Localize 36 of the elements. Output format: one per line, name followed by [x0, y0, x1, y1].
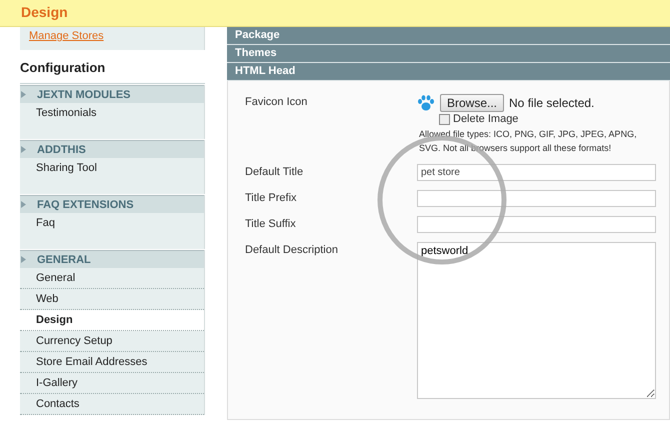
- group-header[interactable]: GENERAL: [20, 250, 204, 268]
- field-label: Default Description: [245, 243, 339, 258]
- text-field[interactable]: [417, 216, 656, 233]
- field-label: Default Title: [245, 165, 304, 180]
- checkbox[interactable]: [439, 114, 450, 124]
- paw-icon: [417, 95, 435, 111]
- triangle-icon: [21, 146, 26, 153]
- banner-title: Design: [21, 4, 68, 20]
- section-header[interactable]: Package: [227, 27, 670, 45]
- sidebar-item[interactable]: Store Email Addresses: [20, 352, 204, 373]
- triangle-icon: [21, 256, 26, 263]
- sidebar-item[interactable]: Sharing Tool: [20, 158, 204, 178]
- sidebar-item[interactable]: I-Gallery: [20, 373, 204, 394]
- sidebar-item[interactable]: Contacts: [20, 394, 204, 415]
- browse-button[interactable]: Browse...: [440, 94, 504, 112]
- sidebar-item[interactable]: Testimonials: [20, 103, 204, 123]
- sidebar-item[interactable]: General: [20, 268, 204, 289]
- checkbox-label: Delete Image: [453, 113, 518, 125]
- field-label: Title Suffix: [245, 217, 297, 232]
- triangle-icon: [21, 201, 26, 208]
- field-label: Title Prefix: [245, 191, 298, 206]
- sidebar-item[interactable]: Design: [20, 310, 204, 331]
- hint-text: Allowed file types: ICO, PNG, GIF, JPG, JPEG, APNG, SVG. Not all browsers support all these formats!: [418, 128, 638, 155]
- sidebar-item[interactable]: Currency Setup: [20, 331, 204, 352]
- sidebar-item[interactable]: Faq: [20, 213, 204, 233]
- text-field[interactable]: pet store: [417, 164, 656, 181]
- triangle-icon: [21, 91, 26, 98]
- group-header[interactable]: JEXTN MODULES: [20, 85, 204, 103]
- file-status: No file selected.: [509, 96, 594, 110]
- group-header[interactable]: FAQ EXTENSIONS: [20, 195, 204, 213]
- section-header[interactable]: HTML Head: [227, 63, 670, 81]
- group-header[interactable]: ADDTHIS: [20, 140, 204, 158]
- text-area[interactable]: petsworld: [417, 242, 656, 399]
- section-header[interactable]: Themes: [227, 45, 670, 63]
- field-label: Favicon Icon: [245, 95, 308, 110]
- text-field[interactable]: [417, 190, 656, 207]
